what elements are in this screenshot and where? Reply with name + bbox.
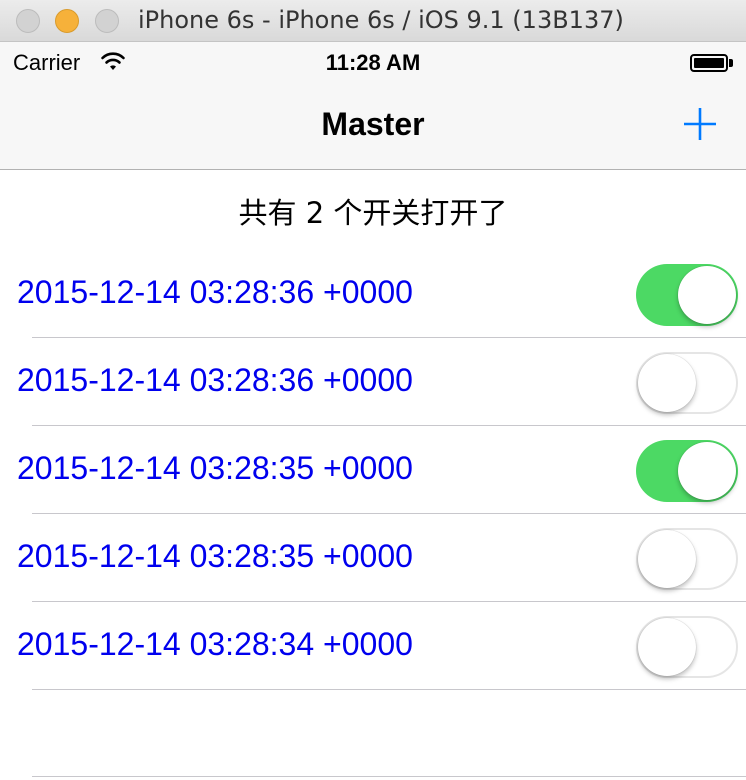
simulator-title-bar: iPhone 6s - iPhone 6s / iOS 9.1 (13B137) [0, 0, 746, 42]
row-separator [32, 689, 746, 690]
switch-knob [638, 618, 696, 676]
status-time: 11:28 AM [325, 50, 421, 75]
battery-icon [690, 54, 734, 72]
page-title: Master [321, 106, 425, 142]
add-button[interactable] [682, 106, 718, 142]
window-title: iPhone 6s - iPhone 6s / iOS 9.1 (13B137) [138, 6, 624, 34]
navigation-bar: Master [0, 84, 746, 170]
zoom-window-button[interactable] [95, 9, 119, 33]
table-row[interactable]: 2015-12-14 03:28:35 +0000 [0, 514, 746, 602]
table-row[interactable]: 2015-12-14 03:28:35 +0000 [0, 426, 746, 514]
row-toggle-switch[interactable] [636, 352, 738, 414]
switches-on-count-label: 共有 2 个开关打开了 [238, 196, 508, 230]
switch-knob [678, 266, 736, 324]
row-date-label: 2015-12-14 03:28:36 +0000 [17, 362, 413, 398]
row-toggle-switch[interactable] [636, 440, 738, 502]
row-toggle-switch[interactable] [636, 528, 738, 590]
close-window-button[interactable] [16, 9, 40, 33]
row-date-label: 2015-12-14 03:28:35 +0000 [17, 538, 413, 574]
switch-knob [638, 530, 696, 588]
switch-knob [638, 354, 696, 412]
table-row[interactable]: 2015-12-14 03:28:34 +0000 [0, 602, 746, 690]
minimize-window-button[interactable] [55, 9, 79, 33]
switch-knob [678, 442, 736, 500]
status-bar: Carrier 11:28 AM [0, 42, 746, 84]
row-date-label: 2015-12-14 03:28:36 +0000 [17, 274, 413, 310]
row-toggle-switch[interactable] [636, 616, 738, 678]
row-date-label: 2015-12-14 03:28:35 +0000 [17, 450, 413, 486]
table-row[interactable]: 2015-12-14 03:28:36 +0000 [0, 250, 746, 338]
table-row[interactable]: 2015-12-14 03:28:36 +0000 [0, 338, 746, 426]
plus-icon [684, 108, 716, 140]
separator [32, 776, 746, 777]
row-toggle-switch[interactable] [636, 264, 738, 326]
row-date-label: 2015-12-14 03:28:34 +0000 [17, 626, 413, 662]
